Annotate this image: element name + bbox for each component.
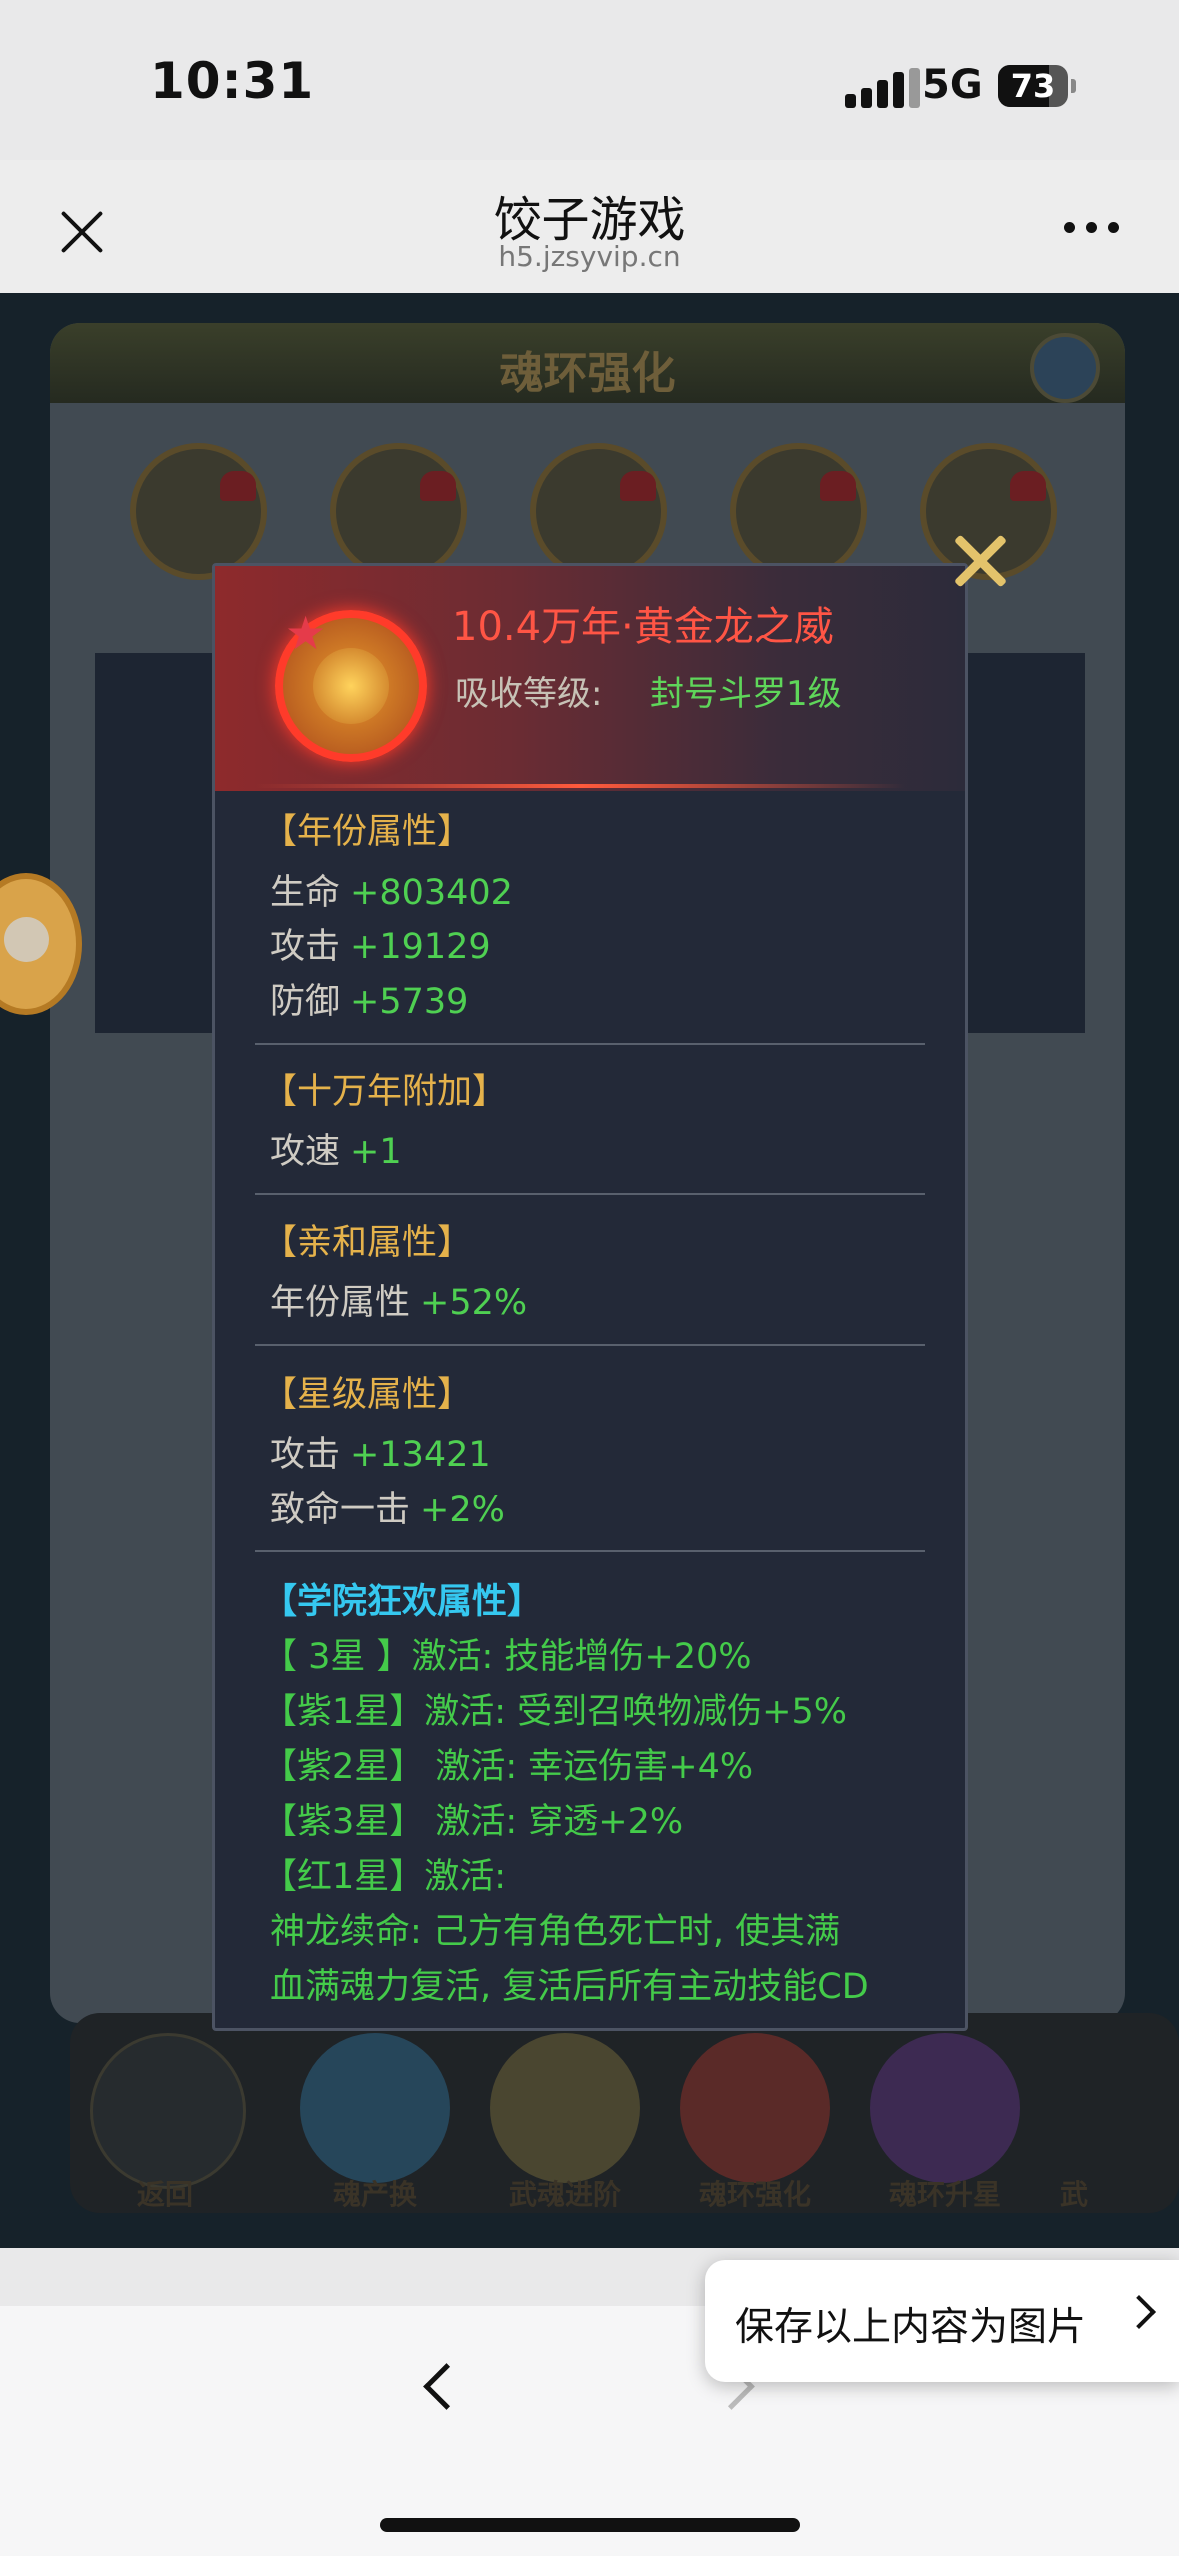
academy-line: 【 3星 】激活: 技能增伤+20% (262, 1637, 752, 1677)
plus-icon (4, 917, 49, 962)
status-time: 10:31 (150, 52, 315, 110)
webview-header: 饺子游戏 h5.jzsyvip.cn (0, 160, 1179, 293)
heart-icon (1010, 471, 1046, 501)
back-game-button[interactable] (90, 2033, 246, 2189)
ring-star-button[interactable] (870, 2033, 1020, 2183)
game-button-label: 魂环升星 (888, 2178, 1001, 2211)
absorb-level-label: 吸收等级: (455, 674, 603, 714)
stat-row: 攻速 +1 (270, 1132, 402, 1172)
stat-row: 防御 +5739 (270, 982, 469, 1022)
more-options-icon[interactable] (1064, 222, 1124, 234)
game-button-label: 武魂进阶 (508, 2178, 621, 2211)
academy-line: 【紫3星】 激活: 穿透+2% (262, 1802, 684, 1842)
section-title: 【十万年附加】 (262, 1072, 508, 1112)
divider (255, 1344, 925, 1346)
stat-row: 生命 +803402 (270, 873, 513, 913)
game-button-label: 魂环强化 (698, 2178, 811, 2211)
divider (255, 1193, 925, 1195)
ring-enhance-button[interactable] (680, 2033, 830, 2183)
battery-tip (1071, 79, 1076, 93)
stat-row: 年份属性 +52% (270, 1283, 528, 1323)
advance-button[interactable] (490, 2033, 640, 2183)
section-title: 【星级属性】 (262, 1375, 473, 1415)
stat-row: 攻击 +19129 (270, 927, 491, 967)
academy-line: 【紫2星】 激活: 幸运伤害+4% (262, 1747, 754, 1787)
page-url: h5.jzsyvip.cn (498, 240, 681, 273)
soul-ring-detail-popup: ★ 10.4万年·黄金龙之威 吸收等级: 封号斗罗1级 【年份属性】 生命 +80… (212, 563, 968, 2031)
divider (255, 1550, 925, 1552)
network-type: 5G (922, 62, 983, 108)
stat-row: 攻击 +13421 (270, 1435, 491, 1475)
heart-icon (620, 471, 656, 501)
game-button-label: 魂产换 (332, 2178, 417, 2211)
popup-header: ★ 10.4万年·黄金龙之威 吸收等级: 封号斗罗1级 (215, 566, 965, 791)
academy-line: 神龙续命: 己方有角色死亡时, 使其满 (270, 1912, 841, 1952)
soul-exchange-button[interactable] (300, 2033, 450, 2183)
status-bar: 10:31 5G 73 (0, 0, 1179, 160)
home-indicator (380, 2518, 800, 2532)
chevron-right-icon (1122, 2295, 1156, 2329)
character-avatar[interactable] (130, 443, 267, 580)
heart-icon (420, 471, 456, 501)
battery-icon: 73 (998, 65, 1068, 107)
save-as-image-button[interactable]: 保存以上内容为图片 (705, 2260, 1179, 2382)
header-glow (255, 784, 905, 788)
star-icon: ★ (285, 606, 327, 660)
academy-line: 【红1星】激活: (262, 1857, 507, 1897)
game-title: 魂环强化 (499, 348, 676, 399)
game-button-label: 武 (1060, 2178, 1089, 2211)
character-avatar[interactable] (730, 443, 867, 580)
academy-line: 血满魂力复活, 复活后所有主动技能CD (270, 1967, 869, 2007)
academy-section-title: 【学院狂欢属性】 (262, 1582, 543, 1622)
academy-line: 【紫1星】激活: 受到召唤物减伤+5% (262, 1692, 848, 1732)
game-close-icon[interactable] (1030, 333, 1100, 403)
save-button-label: 保存以上内容为图片 (735, 2305, 1087, 2350)
stat-row: 致命一击 +2% (270, 1490, 505, 1530)
section-title: 【年份属性】 (262, 812, 473, 852)
section-title: 【亲和属性】 (262, 1223, 473, 1263)
soul-ring-name: 10.4万年·黄金龙之威 (452, 604, 834, 650)
heart-icon (820, 471, 856, 501)
popup-close-icon[interactable] (945, 526, 1015, 596)
character-avatar[interactable] (330, 443, 467, 580)
game-button-label: 返回 (136, 2178, 193, 2211)
game-titlebar: 魂环强化 (50, 323, 1125, 403)
absorb-level-value: 封号斗罗1级 (650, 674, 842, 714)
battery-level: 73 (1010, 67, 1056, 105)
heart-icon (220, 471, 256, 501)
character-avatar[interactable] (530, 443, 667, 580)
divider (255, 1043, 925, 1045)
